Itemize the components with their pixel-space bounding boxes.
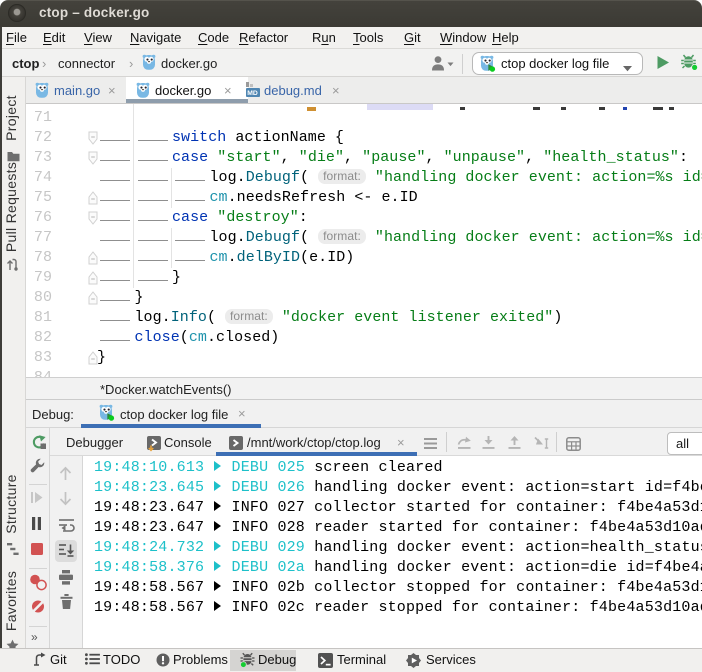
svg-text:MD: MD: [247, 90, 258, 97]
